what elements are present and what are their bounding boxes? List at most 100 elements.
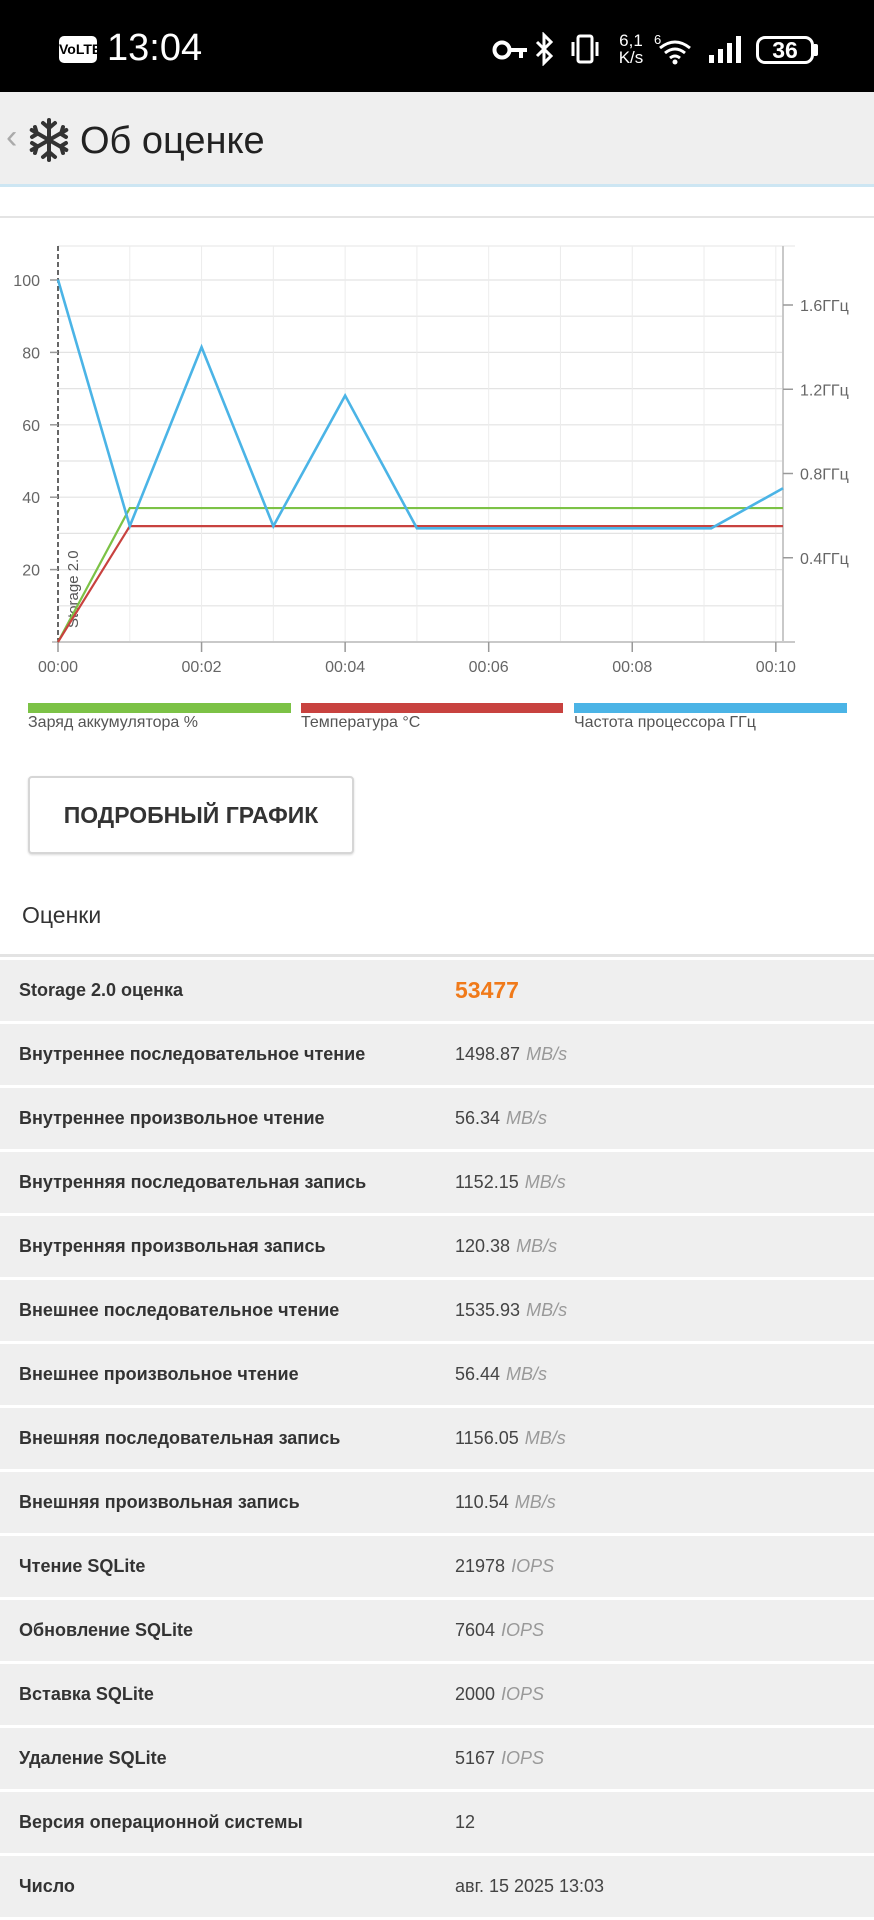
bluetooth-icon [535, 32, 554, 66]
value-number: 1152.15 [455, 1172, 519, 1192]
table-row: Вставка SQLite 2000 IOPS [0, 1664, 874, 1725]
legend-cpu-swatch [574, 703, 847, 713]
table-row: Внешняя произвольная запись 110.54 MB/s [0, 1472, 874, 1533]
battery-icon: 36 [756, 36, 814, 64]
row-value: 12 [455, 1792, 475, 1853]
snowflake-icon [29, 118, 69, 162]
row-value: 110.54 MB/s [455, 1472, 556, 1533]
value-number: 1498.87 [455, 1044, 521, 1064]
y-left-tick-label: 20 [22, 563, 40, 580]
y-left-tick-label: 60 [22, 418, 40, 435]
network-speed-value: 6,1 [619, 31, 643, 50]
legend-battery-label: Заряд аккумулятора % [28, 714, 198, 731]
row-label: Версия операционной системы [19, 1812, 303, 1832]
value-unit: IOPS [501, 1620, 545, 1640]
status-time: 13:04 [107, 27, 203, 69]
legend-temperature-swatch [301, 703, 563, 713]
value-number: авг. 15 2025 13:03 [455, 1876, 605, 1896]
value-number: 1535.93 [455, 1300, 521, 1320]
network-speed-unit: K/s [618, 48, 644, 67]
x-tick-label: 00:04 [325, 659, 365, 676]
row-value: 56.34 MB/s [455, 1088, 547, 1149]
row-label: Внутренняя последовательная запись [19, 1172, 367, 1192]
table-row: Удаление SQLite 5167 IOPS [0, 1728, 874, 1789]
y-left-tick-label: 100 [13, 273, 40, 290]
row-value: авг. 15 2025 13:03 [455, 1856, 604, 1917]
table-row: Внутренняя последовательная запись 1152.1… [0, 1152, 874, 1213]
y-right-tick-label: 0.4ГГц [800, 551, 849, 568]
value-number: 1156.05 [455, 1428, 519, 1448]
volte-icon: VoLTE [59, 36, 101, 63]
row-value: 21978 IOPS [455, 1536, 554, 1597]
row-value: 1152.15 MB/s [455, 1152, 566, 1213]
value-number: 21978 [455, 1556, 506, 1576]
value-unit: MB/s [524, 1172, 566, 1192]
table-row: Обновление SQLite 7604 IOPS [0, 1600, 874, 1661]
row-value: 7604 IOPS [455, 1600, 544, 1661]
row-label: Удаление SQLite [19, 1748, 167, 1768]
legend-temperature-label: Температура °C [301, 714, 421, 731]
legend-battery-swatch [28, 703, 291, 713]
row-value: 1156.05 MB/s [455, 1408, 566, 1469]
storage-test-chart: Storage 2.0204060801000.4ГГц0.8ГГц1.2ГГц… [13, 245, 849, 676]
y-left-tick-label: 80 [22, 345, 40, 362]
row-value: 56.44 MB/s [455, 1344, 547, 1405]
detailed-chart-button[interactable]: ПОДРОБНЫЙ ГРАФИК [28, 776, 354, 854]
x-tick-label: 00:02 [182, 659, 222, 676]
table-row: Внутреннее последовательное чтение 1498.8… [0, 1024, 874, 1085]
row-label: Storage 2.0 оценка [19, 980, 184, 1000]
row-label: Число [19, 1876, 75, 1896]
row-value: 53477 [455, 960, 519, 1021]
row-label: Внутренняя произвольная запись [19, 1236, 326, 1256]
status-bar: VoLTE 13:04 6,1 K/s 6 36 [0, 0, 874, 92]
value-unit: MB/s [526, 1300, 568, 1320]
key-icon [492, 40, 527, 60]
table-row: Внутренняя произвольная запись 120.38 MB/s [0, 1216, 874, 1277]
table-row: Число авг. 15 2025 13:03 [0, 1856, 874, 1917]
value-number: 110.54 [455, 1492, 509, 1512]
row-label: Внутреннее произвольное чтение [19, 1108, 325, 1128]
x-tick-label: 00:06 [469, 659, 509, 676]
row-label: Внешняя произвольная запись [19, 1492, 300, 1512]
row-value: 1498.87 MB/s [455, 1024, 567, 1085]
y-right-tick-label: 1.6ГГц [800, 298, 849, 315]
scores-divider [0, 954, 874, 957]
table-row: Внешнее произвольное чтение 56.44 MB/s [0, 1344, 874, 1405]
value-number: 7604 [455, 1620, 496, 1640]
table-row: Внешняя последовательная запись 1156.05 MB… [0, 1408, 874, 1469]
value-unit: MB/s [506, 1108, 548, 1128]
scores-header: Оценки [22, 902, 102, 928]
value-unit: MB/s [506, 1364, 548, 1384]
x-tick-label: 00:00 [38, 659, 78, 676]
legend-cpu-label: Частота процессора ГГц [574, 714, 756, 731]
back-chevron-icon[interactable]: ‹ [6, 118, 17, 157]
y-right-tick-label: 0.8ГГц [800, 467, 849, 484]
value-unit: IOPS [501, 1684, 545, 1704]
signal-icon [709, 36, 741, 63]
value-number: 5167 [455, 1748, 496, 1768]
row-value: 2000 IOPS [455, 1664, 544, 1725]
wifi-6-icon: 6 [654, 32, 691, 65]
row-label: Внешнее произвольное чтение [19, 1364, 299, 1384]
page-title: Об оценке [80, 120, 265, 162]
value-unit: MB/s [516, 1236, 558, 1256]
row-label: Обновление SQLite [19, 1620, 193, 1640]
value-number: 56.44 [455, 1364, 501, 1384]
network-speed: 6,1 K/s [614, 32, 648, 66]
scores-table: Storage 2.0 оценка 53477 Внутреннее послед… [0, 960, 874, 1920]
value-number: 56.34 [455, 1108, 501, 1128]
table-row: Версия операционной системы 12 [0, 1792, 874, 1853]
battery-tip [814, 44, 818, 56]
svg-text:6: 6 [654, 32, 661, 47]
table-row: Storage 2.0 оценка 53477 [0, 960, 874, 1021]
vibrate-icon [571, 34, 599, 64]
value-number: 53477 [455, 977, 519, 1003]
y-left-tick-label: 40 [22, 490, 40, 507]
row-value: 120.38 MB/s [455, 1216, 557, 1277]
table-row: Чтение SQLite 21978 IOPS [0, 1536, 874, 1597]
x-tick-label: 00:10 [756, 659, 796, 676]
row-label: Вставка SQLite [19, 1684, 154, 1704]
temperature-series-line [57, 525, 783, 643]
row-label: Чтение SQLite [19, 1556, 146, 1576]
section-divider [0, 216, 874, 218]
